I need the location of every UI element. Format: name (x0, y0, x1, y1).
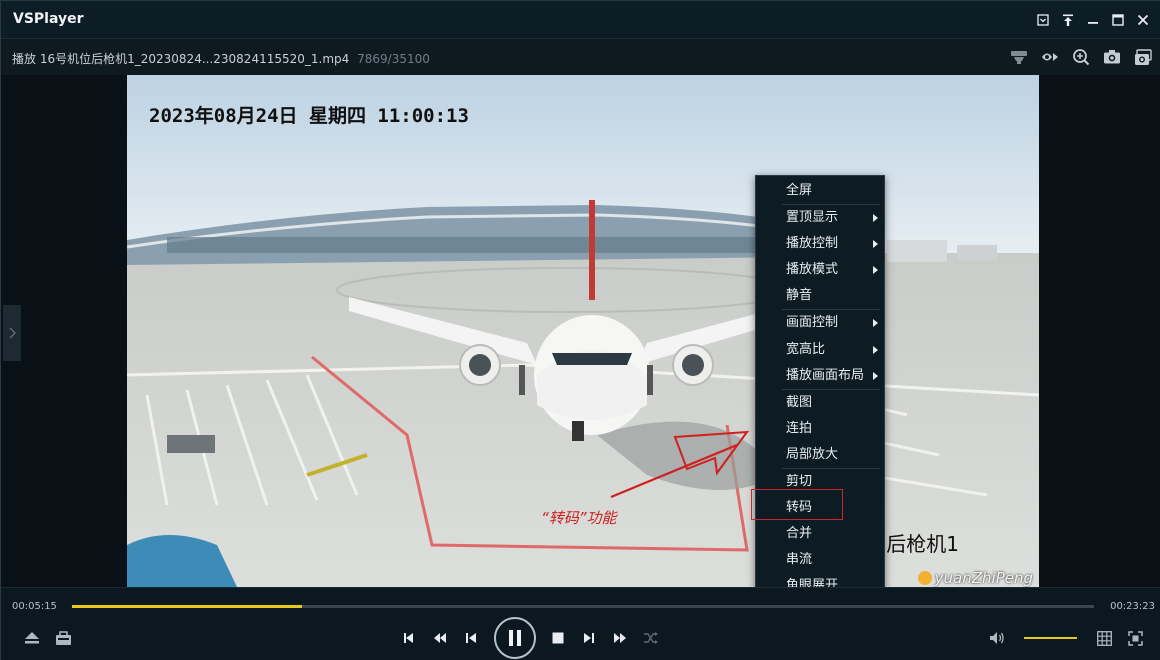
menu-item[interactable]: 播放画面布局 (756, 363, 884, 389)
menu-item-label: 截图 (786, 394, 813, 410)
submenu-arrow-icon (873, 371, 878, 380)
menu-item-label: 播放模式 (786, 262, 839, 278)
submenu-arrow-icon (873, 240, 878, 249)
menu-item-label: 播放画面布局 (786, 367, 865, 383)
menu-item-label: 播放控制 (786, 236, 839, 252)
step-forward-icon[interactable] (579, 628, 599, 648)
menu-item-label: 静音 (786, 288, 813, 304)
eject-icon[interactable] (21, 628, 43, 648)
window-controls (1030, 10, 1155, 30)
submenu-arrow-icon (873, 345, 878, 354)
menu-item-label: 转码 (786, 500, 813, 516)
pause-button[interactable] (494, 617, 536, 659)
menu-item[interactable]: 宽高比 (756, 337, 884, 363)
video-frame[interactable]: 2023年08月24日 星期四 11:00:13 后枪机1 “转码”功能 yua… (127, 75, 1039, 587)
menu-item[interactable]: 局部放大 (756, 442, 884, 468)
menu-item-label: 串流 (786, 552, 813, 568)
osd-timestamp: 2023年08月24日 星期四 11:00:13 (149, 105, 469, 127)
multi-snapshot-icon[interactable] (1130, 46, 1155, 68)
video-area[interactable]: 2023年08月24日 星期四 11:00:13 后枪机1 “转码”功能 yua… (1, 75, 1160, 656)
total-time: 00:23:23 (1110, 601, 1155, 612)
title-bar: VSPlayer (1, 1, 1160, 39)
file-bar: 播放 16号机位后枪机1_20230824...230824115520_1.m… (1, 39, 1160, 75)
zoom-in-icon[interactable] (1068, 46, 1093, 68)
volume-slider[interactable] (1024, 637, 1077, 639)
step-back-icon[interactable] (461, 628, 481, 648)
menu-item-label: 连拍 (786, 420, 813, 436)
menu-item[interactable]: 串流 (756, 547, 884, 573)
menu-item[interactable]: 连拍 (756, 416, 884, 442)
submenu-arrow-icon (873, 214, 878, 223)
minimize-icon[interactable] (1080, 10, 1105, 30)
top-toolbar (1006, 46, 1155, 68)
menu-item[interactable]: 画面控制 (756, 310, 884, 336)
side-panel-toggle[interactable] (3, 305, 21, 361)
maximize-icon[interactable] (1105, 10, 1130, 30)
previous-frame-icon[interactable] (399, 628, 419, 648)
volume-fill (1024, 637, 1077, 639)
pin-icon[interactable] (1055, 10, 1080, 30)
volume-icon[interactable] (987, 628, 1007, 648)
progress-bar[interactable] (72, 605, 1094, 608)
watermark: yuanZhiPeng (917, 569, 1033, 587)
menu-item-label: 局部放大 (786, 446, 839, 462)
app-title: VSPlayer (13, 11, 84, 27)
snapshot-icon[interactable] (1099, 46, 1124, 68)
watermark-text: yuanZhiPeng (934, 569, 1033, 587)
restore-down-icon[interactable] (1030, 10, 1055, 30)
player-controls: 00:05:15 00:23:23 (1, 587, 1160, 660)
stop-icon[interactable] (548, 628, 568, 648)
emoji-icon (917, 571, 932, 585)
menu-item-label: 宽高比 (786, 341, 826, 357)
menu-item[interactable]: 全屏 (756, 178, 884, 204)
submenu-arrow-icon (873, 266, 878, 275)
menu-item-label: 置顶显示 (786, 210, 839, 226)
menu-item[interactable]: 合并 (756, 521, 884, 547)
context-menu: 全屏置顶显示播放控制播放模式静音画面控制宽高比播放画面布局 截图连拍局部放大剪切转… (755, 175, 885, 656)
menu-item[interactable]: 剪切 (756, 469, 884, 495)
menu-item[interactable]: 截图 (756, 390, 884, 416)
grid-layout-icon[interactable] (1094, 628, 1114, 648)
menu-item-label: 画面控制 (786, 315, 839, 331)
menu-item[interactable]: 置顶显示 (756, 205, 884, 231)
menu-item[interactable]: 转码 (756, 495, 884, 521)
close-icon[interactable] (1130, 10, 1155, 30)
menu-item[interactable]: 播放控制 (756, 231, 884, 257)
fullscreen-icon[interactable] (1125, 628, 1145, 648)
file-prefix: 播放 (12, 52, 37, 66)
menu-item[interactable]: 静音 (756, 283, 884, 309)
menu-item-label: 合并 (786, 526, 813, 542)
file-info: 播放 16号机位后枪机1_20230824...230824115520_1.m… (12, 50, 430, 67)
submenu-arrow-icon (873, 319, 878, 328)
fisheye-icon[interactable] (1037, 46, 1062, 68)
annotation-label: “转码”功能 (541, 509, 617, 527)
rewind-icon[interactable] (430, 628, 450, 648)
menu-item[interactable]: 播放模式 (756, 257, 884, 283)
file-name: 16号机位后枪机1_20230824...230824115520_1.mp4 (39, 52, 350, 66)
menu-item-label: 剪切 (786, 474, 813, 490)
camera-device-icon[interactable] (1006, 46, 1031, 68)
shuffle-icon[interactable] (641, 628, 661, 648)
menu-item-label: 全屏 (786, 183, 813, 198)
toolbox-icon[interactable] (52, 628, 74, 648)
current-time: 00:05:15 (12, 601, 57, 612)
osd-camera-name: 后枪机1 (886, 532, 959, 556)
frame-counter: 7869/35100 (357, 52, 430, 66)
pause-icon (509, 630, 521, 646)
vsplayer-window: VSPlayer 播放 16号机位后枪机1_20230824...2308241… (0, 0, 1160, 660)
fast-forward-icon[interactable] (610, 628, 630, 648)
progress-fill (72, 605, 302, 608)
